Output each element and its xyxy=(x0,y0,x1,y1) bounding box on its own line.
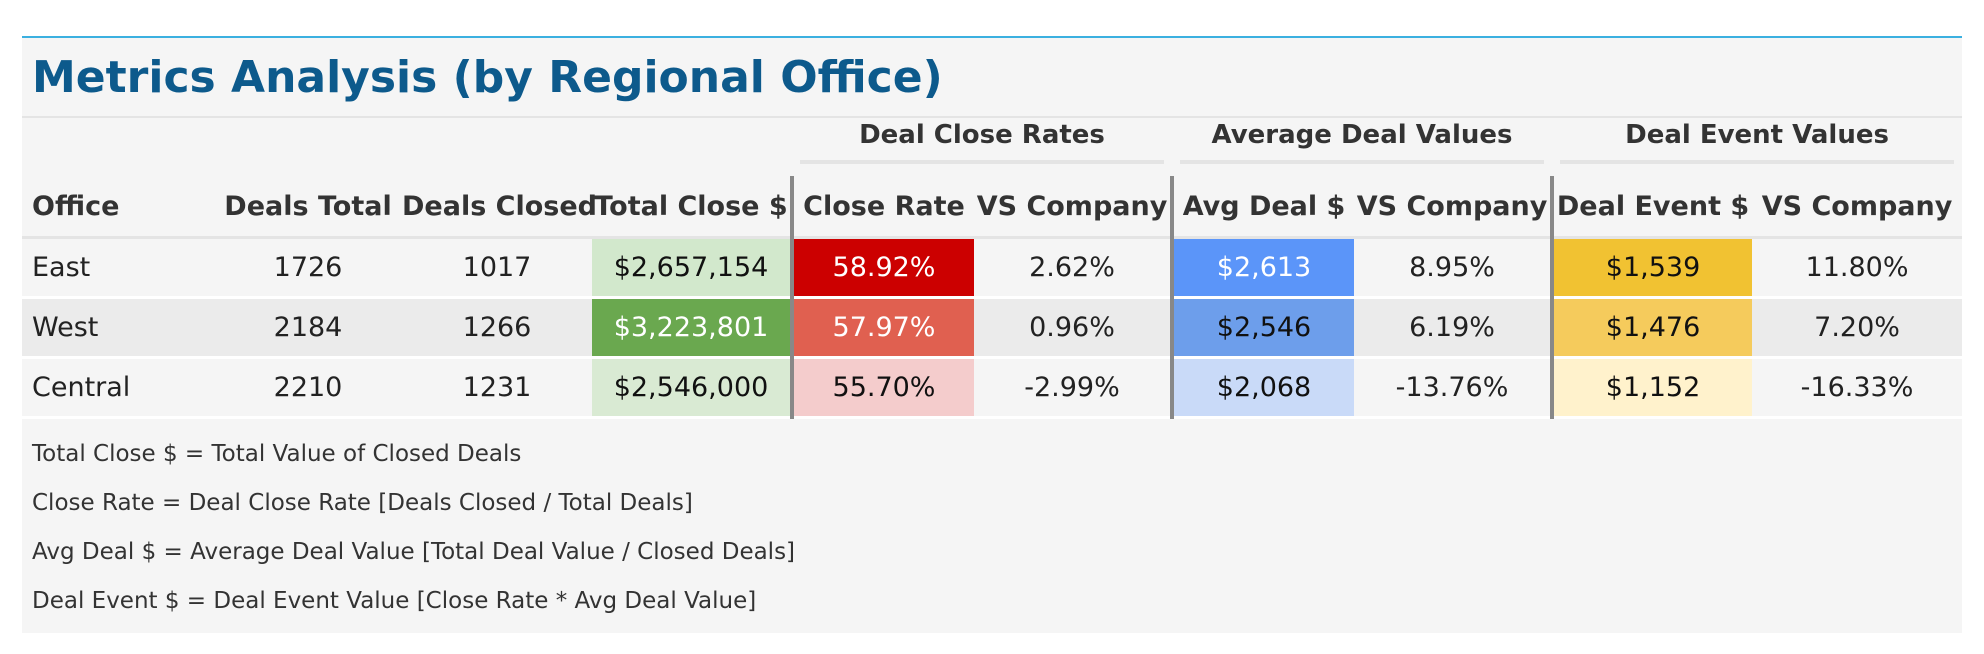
avg-deal-cell: $2,613 xyxy=(1170,237,1355,299)
avg-deal-cell: $2,068 xyxy=(1170,357,1355,419)
deals-closed-cell: 1266 xyxy=(402,297,592,359)
deals-closed-cell: 1017 xyxy=(402,237,592,299)
note-avg-deal: Avg Deal $ = Average Deal Value [Total D… xyxy=(32,539,796,565)
group-header-event-values: Deal Event Values xyxy=(1552,118,1962,176)
office-cell: Central xyxy=(22,357,214,419)
column-header-office: Office xyxy=(22,176,214,239)
group-label: Deal Event Values xyxy=(1560,120,1954,164)
group-header-close-rates: Deal Close Rates xyxy=(792,118,1172,176)
vs-company-cell: 8.95% xyxy=(1354,237,1553,299)
column-header-vs-company: VS Company xyxy=(974,176,1173,239)
column-header-deal-event: Deal Event $ xyxy=(1550,176,1753,239)
office-cell: West xyxy=(22,297,214,359)
metrics-table: Deal Close Rates Average Deal Values Dea… xyxy=(22,118,1963,419)
column-header-vs-company: VS Company xyxy=(1354,176,1553,239)
column-header-total-close: Total Close $ xyxy=(592,176,792,239)
note-close-rate: Close Rate = Deal Close Rate [Deals Clos… xyxy=(32,490,693,516)
total-close-cell: $2,546,000 xyxy=(592,357,792,419)
total-close-cell: $3,223,801 xyxy=(592,297,792,359)
column-header-deals-total: Deals Total xyxy=(214,176,402,239)
table-row: West 2184 1266 $3,223,801 57.97% 0.96% $… xyxy=(22,297,1963,359)
group-label: Average Deal Values xyxy=(1179,120,1545,164)
note-total-close: Total Close $ = Total Value of Closed De… xyxy=(32,441,522,467)
vs-company-cell: 7.20% xyxy=(1752,297,1963,359)
vs-company-cell: -16.33% xyxy=(1752,357,1963,419)
avg-deal-cell: $2,546 xyxy=(1170,297,1355,359)
group-header-avg-values: Average Deal Values xyxy=(1172,118,1552,176)
definitions-notes: Total Close $ = Total Value of Closed De… xyxy=(22,419,1962,633)
page-title: Metrics Analysis (by Regional Office) xyxy=(22,38,1962,118)
column-header-vs-company: VS Company xyxy=(1752,176,1963,239)
deal-event-cell: $1,152 xyxy=(1550,357,1753,419)
deals-total-cell: 2184 xyxy=(214,297,402,359)
office-cell: East xyxy=(22,237,214,299)
group-label: Deal Close Rates xyxy=(799,120,1165,164)
column-header-close-rate: Close Rate xyxy=(790,176,974,239)
column-header-row: Office Deals Total Deals Closed Total Cl… xyxy=(22,176,1963,239)
close-rate-cell: 58.92% xyxy=(790,237,974,299)
deal-event-cell: $1,476 xyxy=(1550,297,1753,359)
group-header-row: Deal Close Rates Average Deal Values Dea… xyxy=(22,118,1962,176)
table-row: Central 2210 1231 $2,546,000 55.70% -2.9… xyxy=(22,357,1963,419)
close-rate-cell: 57.97% xyxy=(790,297,974,359)
deal-event-cell: $1,539 xyxy=(1550,237,1753,299)
table-row: East 1726 1017 $2,657,154 58.92% 2.62% $… xyxy=(22,237,1963,299)
vs-company-cell: 11.80% xyxy=(1752,237,1963,299)
deals-total-cell: 2210 xyxy=(214,357,402,419)
column-header-deals-closed: Deals Closed xyxy=(402,176,597,239)
vs-company-cell: 6.19% xyxy=(1354,297,1553,359)
deals-closed-cell: 1231 xyxy=(402,357,592,419)
vs-company-cell: 0.96% xyxy=(974,297,1173,359)
column-header-avg-deal: Avg Deal $ xyxy=(1170,176,1355,239)
group-header-empty xyxy=(22,118,792,176)
note-deal-event: Deal Event $ = Deal Event Value [Close R… xyxy=(32,588,757,614)
vs-company-cell: 2.62% xyxy=(974,237,1173,299)
close-rate-cell: 55.70% xyxy=(790,357,974,419)
vs-company-cell: -13.76% xyxy=(1354,357,1553,419)
metrics-panel: Metrics Analysis (by Regional Office) De… xyxy=(22,36,1963,633)
total-close-cell: $2,657,154 xyxy=(592,237,792,299)
deals-total-cell: 1726 xyxy=(214,237,402,299)
vs-company-cell: -2.99% xyxy=(974,357,1173,419)
